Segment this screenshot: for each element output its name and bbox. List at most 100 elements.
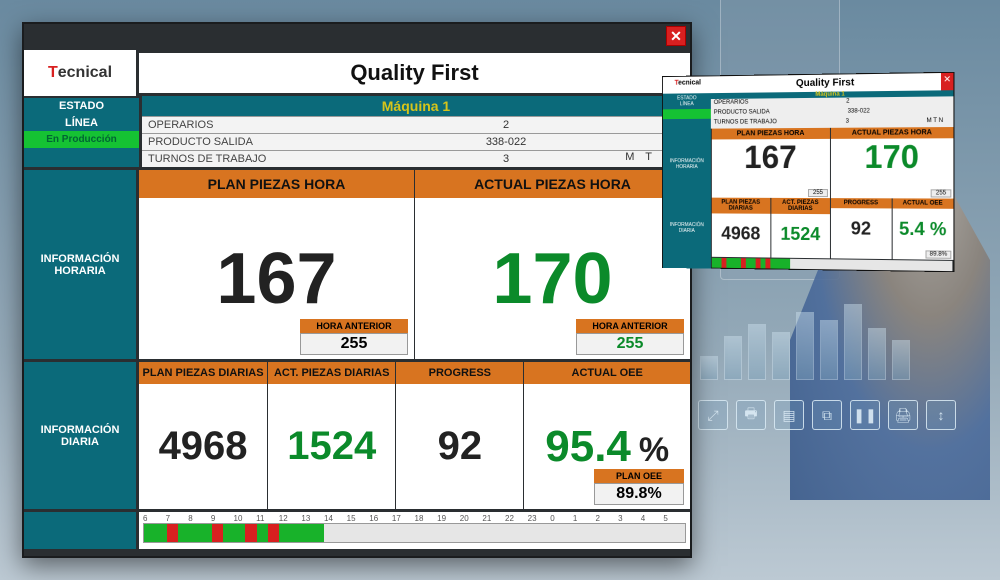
holo-bar-chart xyxy=(700,300,910,380)
info-label: TURNOS DE TRABAJO xyxy=(142,151,402,167)
page-title: Quality First xyxy=(139,50,690,96)
printer-icon[interactable]: 🖶 xyxy=(736,400,766,430)
mini-plan-oee: 89.8% xyxy=(925,250,951,258)
timeline-seg xyxy=(414,524,425,542)
brand-name: ecnical xyxy=(58,64,112,82)
oee-pct: % xyxy=(639,431,669,470)
timeline-hour: 21 xyxy=(482,514,505,523)
timeline-seg xyxy=(527,524,538,542)
holo-icon-bar: 🔍 ⤢ 🖶 ▤ ⧉ ❚❚ 🖨 ↕ xyxy=(660,400,956,430)
hourly-side-label: INFORMACIÓN HORARIA xyxy=(24,170,139,359)
timeline-seg xyxy=(493,524,504,542)
status-info-row: ESTADO LÍNEA En Producción Máquina 1 OPE… xyxy=(24,96,690,167)
sort-icon[interactable]: ↕ xyxy=(926,400,956,430)
brand-logo: Tecnical xyxy=(24,50,139,96)
mini-close-icon[interactable]: ✕ xyxy=(941,73,953,91)
timeline-seg xyxy=(302,524,313,542)
progress-cell: PROGRESS 92 xyxy=(395,362,523,509)
timeline-seg xyxy=(324,524,335,542)
timeline-hour: 9 xyxy=(211,514,234,523)
oee-cell: ACTUAL OEE 95.4 % PLAN OEE 89.8% xyxy=(523,362,690,509)
timeline-seg xyxy=(471,524,482,542)
pause-icon[interactable]: ❚❚ xyxy=(850,400,880,430)
plan-daily-head: PLAN PIEZAS DIARIAS xyxy=(139,362,267,384)
actual-hourly-head: ACTUAL PIEZAS HORA xyxy=(415,170,690,198)
progress-head: PROGRESS xyxy=(396,362,523,384)
hourly-section: INFORMACIÓN HORARIA PLAN PIEZAS HORA 167… xyxy=(24,167,690,359)
line-status-badge: En Producción xyxy=(24,131,139,148)
timeline-seg xyxy=(200,524,211,542)
timeline-seg xyxy=(459,524,470,542)
progress-value: 92 xyxy=(396,384,523,509)
timeline-seg xyxy=(358,524,369,542)
info-row-turnos: TURNOS DE TRABAJO 3 M T N xyxy=(142,150,690,167)
timeline-seg xyxy=(167,524,178,542)
prev-label: HORA ANTERIOR xyxy=(576,319,684,333)
timeline-hour: 22 xyxy=(505,514,528,523)
prev-value: 255 xyxy=(300,333,408,355)
timeline-side xyxy=(24,512,139,549)
timeline-seg xyxy=(583,524,594,542)
timeline-hour: 11 xyxy=(256,514,279,523)
timeline-seg xyxy=(336,524,347,542)
timeline-hour: 0 xyxy=(550,514,573,523)
plan-hourly-prev: HORA ANTERIOR 255 xyxy=(300,319,408,355)
timeline-bars xyxy=(143,523,686,543)
timeline-seg xyxy=(268,524,279,542)
secondary-monitor: Tecnical Quality First ✕ ESTADO LÍNEA Má… xyxy=(662,72,955,272)
plan-hourly-cell: PLAN PIEZAS HORA 167 HORA ANTERIOR 255 xyxy=(139,170,414,359)
expand-icon[interactable]: ⤢ xyxy=(698,400,728,430)
info-label: PRODUCTO SALIDA xyxy=(142,134,402,150)
timeline-hour: 3 xyxy=(618,514,641,523)
info-panel: Máquina 1 OPERARIOS 2 PRODUCTO SALIDA 33… xyxy=(139,96,690,167)
actual-daily-cell: ACT. PIEZAS DIARIAS 1524 xyxy=(267,362,395,509)
actual-daily-value: 1524 xyxy=(268,384,395,509)
info-value: 2 xyxy=(402,117,610,133)
timeline-seg xyxy=(426,524,437,542)
timeline-seg xyxy=(347,524,358,542)
timeline-seg xyxy=(178,524,189,542)
timeline-body: 67891011121314151617181920212223012345 xyxy=(139,512,690,549)
plan-oee-box: PLAN OEE 89.8% xyxy=(594,469,684,505)
close-icon[interactable]: ✕ xyxy=(666,26,686,46)
timeline-seg xyxy=(482,524,493,542)
timeline-hour: 2 xyxy=(596,514,619,523)
timeline-hour: 23 xyxy=(528,514,551,523)
mini-logo: Tecnical xyxy=(663,76,713,93)
line-status-panel: ESTADO LÍNEA En Producción xyxy=(24,96,139,167)
actual-daily-head: ACT. PIEZAS DIARIAS xyxy=(268,362,395,384)
timeline-seg xyxy=(313,524,324,542)
timeline-seg xyxy=(651,524,662,542)
timeline-hour: 15 xyxy=(347,514,370,523)
timeline-seg xyxy=(223,524,234,542)
timeline-section: 67891011121314151617181920212223012345 xyxy=(24,509,690,549)
mini-hourly: INFORMACIÓN HORARIA PLAN PIEZAS HORA 167… xyxy=(663,127,954,199)
oee-value: 95.4 xyxy=(545,422,631,472)
copy-icon[interactable]: ⧉ xyxy=(812,400,842,430)
timeline-seg xyxy=(437,524,448,542)
timeline-seg xyxy=(234,524,245,542)
timeline-seg xyxy=(550,524,561,542)
page-icon[interactable]: ▤ xyxy=(774,400,804,430)
print-icon[interactable]: 🖨 xyxy=(888,400,918,430)
timeline-seg xyxy=(245,524,256,542)
timeline-seg xyxy=(279,524,290,542)
timeline-seg xyxy=(617,524,628,542)
timeline-seg xyxy=(595,524,606,542)
plan-daily-value: 4968 xyxy=(139,384,267,509)
prev-label: HORA ANTERIOR xyxy=(300,319,408,333)
plan-hourly-head: PLAN PIEZAS HORA xyxy=(139,170,414,198)
window-titlebar: ✕ xyxy=(24,24,690,50)
timeline-hour: 12 xyxy=(279,514,302,523)
actual-hourly-prev: HORA ANTERIOR 255 xyxy=(576,319,684,355)
timeline-seg xyxy=(561,524,572,542)
plan-oee-value: 89.8% xyxy=(594,483,684,505)
timeline-hour: 7 xyxy=(166,514,189,523)
estado-label-2: LÍNEA xyxy=(24,115,139,132)
mini-estado: ESTADO LÍNEA xyxy=(663,93,711,109)
oee-head: ACTUAL OEE xyxy=(524,362,690,384)
timeline-seg xyxy=(606,524,617,542)
actual-hourly-cell: ACTUAL PIEZAS HORA 170 HORA ANTERIOR 255 xyxy=(414,170,690,359)
timeline-seg xyxy=(572,524,583,542)
timeline-seg xyxy=(155,524,166,542)
